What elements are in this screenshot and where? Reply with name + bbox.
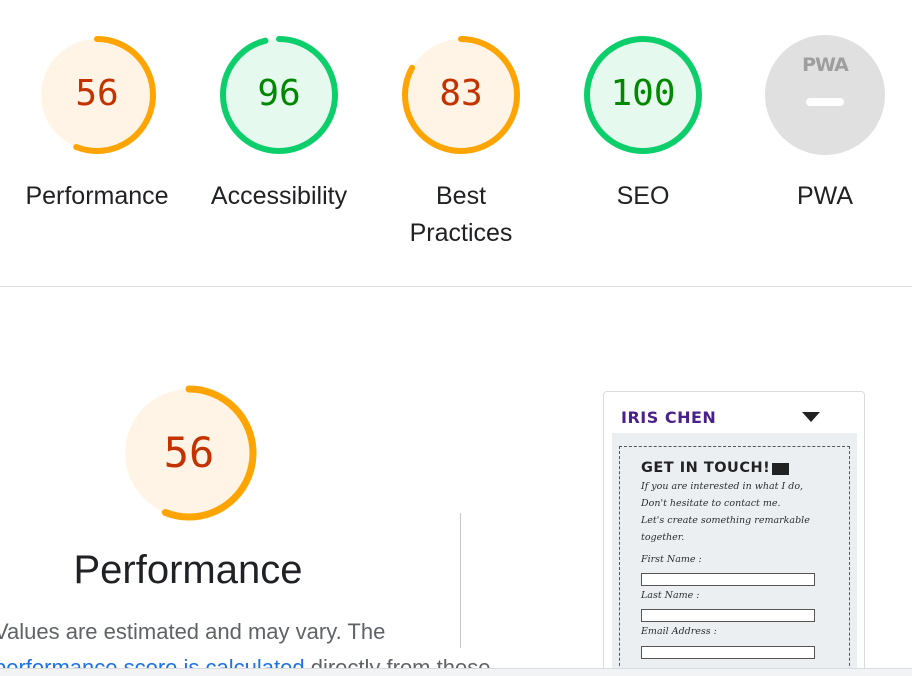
seo-gauge: 100 [582,34,704,156]
score-best-practices[interactable]: 83 Best Practices [371,34,551,252]
performance-score-value: 56 [163,428,215,477]
score-label: Accessibility [210,182,348,210]
pwa-icon: PWA [802,54,849,76]
field-label: Email Address : [641,626,717,637]
description-line: Values are estimated and may vary. The [0,619,386,644]
accessibility-gauge: 96 [218,34,340,156]
vertical-separator [460,513,461,648]
form-title: GET IN TOUCH! [641,460,771,476]
score-label: SEO [616,182,670,210]
score-value: 96 [257,73,301,114]
intro-line: If you are interested in what I do, [641,481,804,492]
contact-form: GET IN TOUCH! If you are interested in w… [619,446,850,675]
intro-line: Let's create something remarkable [641,515,810,526]
score-value: 83 [439,73,483,114]
performance-gauge: 56 [36,34,158,156]
score-value: 100 [610,73,676,114]
pwa-dash-icon [806,98,844,106]
score-seo[interactable]: 100 SEO [553,34,733,215]
score-label: Best Practices [409,182,513,247]
score-label: PWA [796,182,854,210]
score-performance[interactable]: 56 Performance [7,34,187,215]
score-value: 56 [75,73,119,114]
horizontal-scrollbar[interactable] [0,668,912,676]
site-content: GET IN TOUCH! If you are interested in w… [612,433,857,675]
performance-detail-gauge: 56 [120,384,258,522]
email-input [641,646,815,659]
final-screenshot-thumbnail[interactable]: IRIS CHEN GET IN TOUCH! If you are inter… [603,391,865,676]
site-header: IRIS CHEN [604,392,864,432]
score-label: Performance [25,182,169,210]
performance-description: Values are estimated and may vary. The p… [0,614,490,676]
pwa-circle [765,35,885,155]
pwa-gauge: PWA [764,34,886,156]
score-accessibility[interactable]: 96 Accessibility [189,34,369,215]
section-divider [0,286,912,287]
caret-down-icon [802,412,820,422]
field-label: Last Name : [641,590,700,601]
field-label: First Name : [641,554,702,565]
best-practices-gauge: 83 [400,34,522,156]
site-brand: IRIS CHEN [621,408,717,427]
score-pwa[interactable]: PWA PWA [735,34,912,215]
intro-line: Don't hesitate to contact me. [641,498,781,509]
last-name-input [641,609,815,622]
envelope-icon [772,463,789,475]
first-name-input [641,573,815,586]
performance-title: Performance [73,548,303,592]
intro-line: together. [641,532,685,543]
